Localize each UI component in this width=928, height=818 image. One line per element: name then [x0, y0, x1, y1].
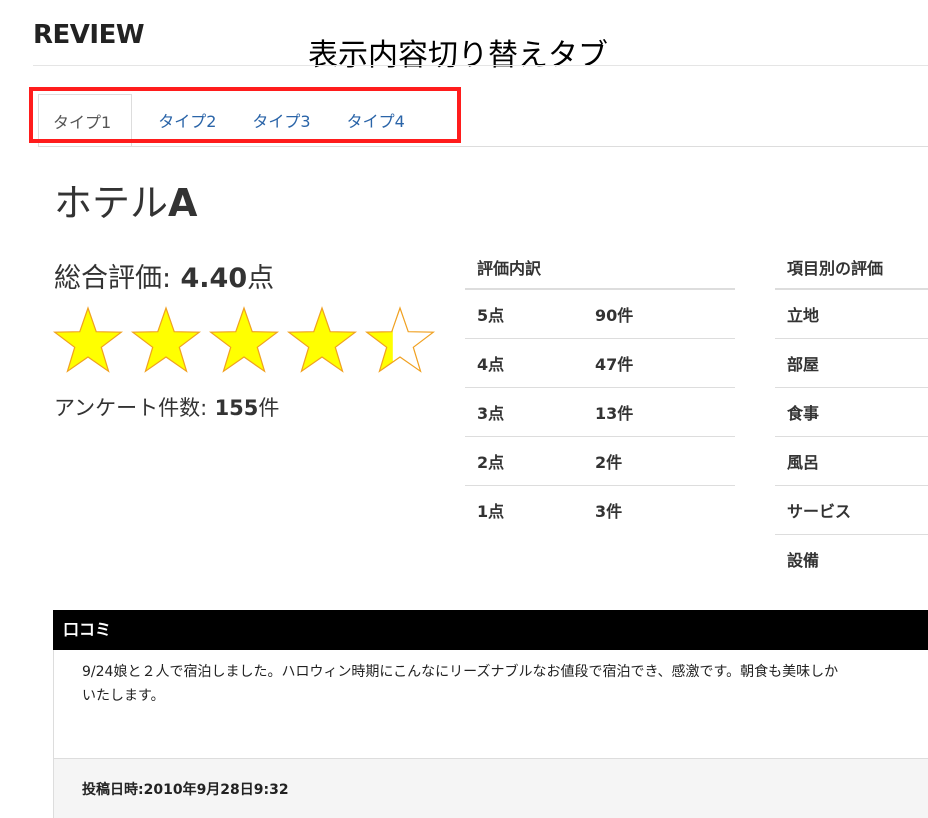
table-row: 3点 13件 — [465, 387, 735, 437]
survey-unit: 件 — [258, 396, 280, 420]
star-icon — [208, 306, 280, 373]
item-label: サービス — [775, 485, 928, 535]
annotation-label: 表示内容切り替えタブ — [308, 38, 608, 73]
breakdown-score: 1点 — [465, 485, 555, 534]
overall-score: 4.40 — [180, 263, 248, 294]
table-row: 食事 — [775, 387, 928, 437]
item-label: 部屋 — [775, 338, 928, 388]
star-rating — [52, 305, 442, 377]
divider — [33, 65, 928, 66]
breakdown-count: 90件 — [595, 306, 634, 325]
tab-bar: タイプ1 タイプ2 タイプ3 タイプ4 — [38, 94, 419, 146]
page-title: REVIEW — [33, 20, 145, 50]
overall-unit: 点 — [247, 263, 275, 294]
breakdown-count: 3件 — [555, 485, 735, 534]
comment-body: 9/24娘と２人で宿泊しました。ハロウィン時期にこんなにリーズナブルなお値段で宿… — [53, 650, 928, 758]
tab-type4[interactable]: タイプ4 — [333, 94, 419, 146]
table-row: 2点 2件 — [465, 436, 735, 486]
table-row: 1点 3件 — [465, 485, 735, 534]
table-row: サービス — [775, 485, 928, 535]
survey-number: 155 — [214, 396, 259, 420]
item-label: 設備 — [775, 534, 928, 583]
comments-section: 口コミ 9/24娘と２人で宿泊しました。ハロウィン時期にこんなにリーズナブルなお… — [53, 610, 928, 818]
tab-divider — [38, 146, 928, 147]
overall-label: 総合評価: — [54, 263, 172, 294]
items-header: 項目別の評価 — [775, 246, 928, 290]
breakdown-score: 4点 — [465, 338, 555, 388]
tab-type2[interactable]: タイプ2 — [132, 94, 238, 146]
breakdown-count: 13件 — [555, 387, 735, 437]
breakdown-score: 2点 — [465, 436, 555, 486]
comments-header: 口コミ — [53, 610, 928, 650]
breakdown-header: 評価内訳 — [465, 246, 735, 290]
survey-count: アンケート件数: 155件 — [54, 392, 279, 422]
item-label: 立地 — [787, 306, 820, 325]
tab-type1[interactable]: タイプ1 — [38, 94, 133, 146]
table-row: 部屋 — [775, 338, 928, 388]
star-icon — [364, 306, 436, 373]
table-row: 風呂 — [775, 436, 928, 486]
comment-text: 9/24娘と２人で宿泊しました。ハロウィン時期にこんなにリーズナブルなお値段で宿… — [82, 664, 839, 704]
star-icon — [286, 306, 358, 373]
table-row: 5点 90件 — [465, 289, 735, 339]
breakdown-count: 47件 — [555, 338, 735, 388]
comment-posted-date: 投稿日時:2010年9月28日9:32 — [53, 758, 928, 818]
survey-label: アンケート件数: — [54, 396, 208, 420]
hotel-name-prefix: ホテル — [54, 181, 169, 225]
tab-type3[interactable]: タイプ3 — [238, 94, 332, 146]
breakdown-score: 3点 — [465, 387, 555, 437]
hotel-name-suffix: A — [168, 181, 198, 225]
hotel-name: ホテルA — [54, 172, 197, 227]
overall-rating: 総合評価: 4.40点 — [54, 256, 274, 295]
star-icon — [130, 306, 202, 373]
table-row: 設備 — [775, 534, 928, 583]
item-label: 食事 — [775, 387, 928, 437]
item-label: 風呂 — [775, 436, 928, 486]
item-ratings-table: 項目別の評価 立地 部屋 食事 風呂 サービス 設備 — [775, 246, 928, 583]
table-row: 立地 — [775, 289, 928, 339]
rating-breakdown-table: 評価内訳 5点 90件 4点 47件 3点 13件 2点 2件 1点 3件 — [465, 246, 735, 534]
breakdown-count: 2件 — [555, 436, 735, 486]
breakdown-score: 5点 — [477, 306, 505, 325]
table-row: 4点 47件 — [465, 338, 735, 388]
star-icon — [52, 306, 124, 373]
